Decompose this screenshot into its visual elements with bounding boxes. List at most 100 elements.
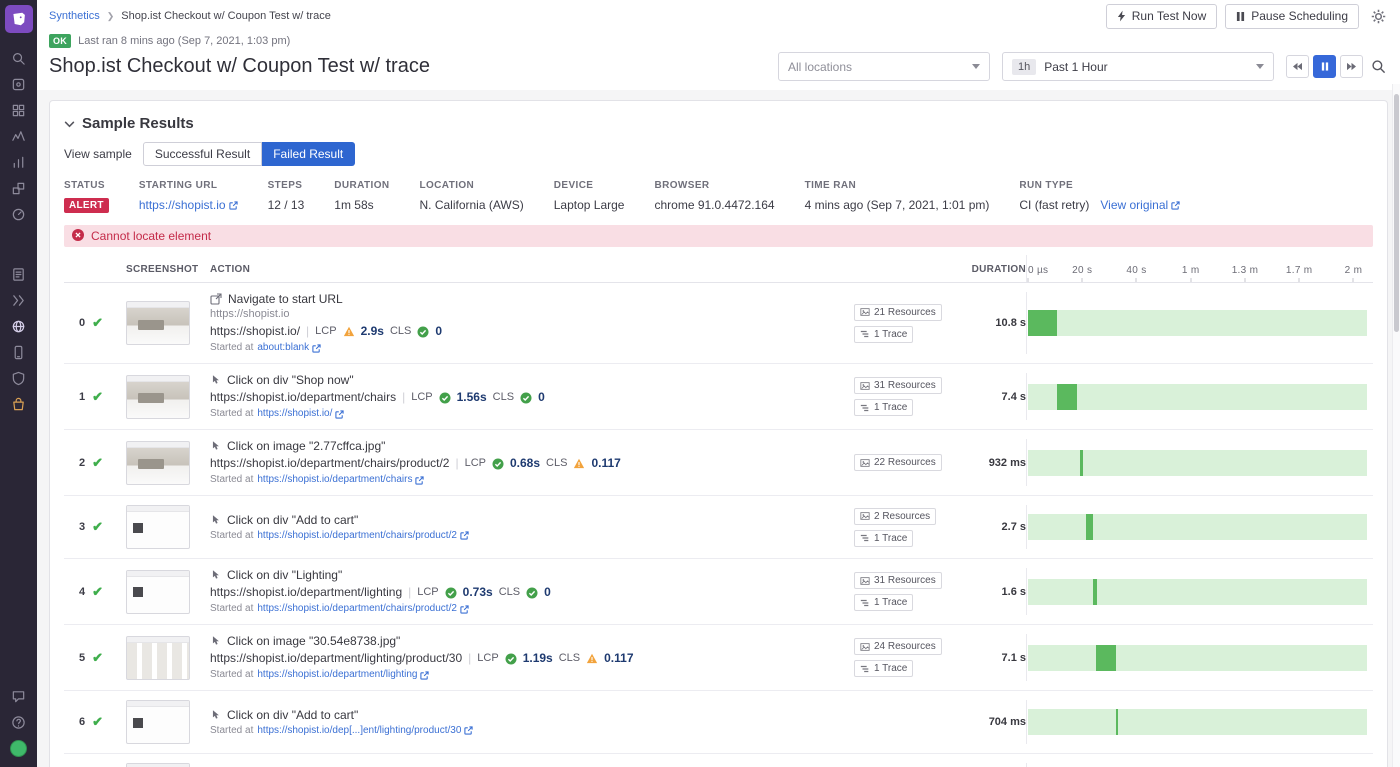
rum-icon[interactable]	[0, 339, 37, 365]
security-icon[interactable]	[0, 365, 37, 391]
waterfall-track	[1028, 709, 1367, 735]
resources-badge[interactable]: 22 Resources	[854, 454, 942, 471]
trace-badge[interactable]: 1 Trace	[854, 399, 913, 416]
started-at-link[interactable]: about:blank	[257, 342, 321, 354]
step-vitals: https://shopist.io/department/lighting/p…	[210, 651, 846, 666]
lcp-value: 0.68s	[510, 456, 540, 471]
waterfall-bar[interactable]	[1057, 384, 1077, 410]
waterfall-bar[interactable]	[1096, 645, 1115, 671]
topbar: Synthetics ❯ Shop.ist Checkout w/ Coupon…	[37, 0, 1400, 32]
started-at-link[interactable]: https://shopist.io/department/chairs/pro…	[257, 530, 469, 542]
step-duration: 7.4 s	[950, 391, 1026, 403]
trace-badge[interactable]: 1 Trace	[854, 530, 913, 547]
step-row[interactable]: 1 ✔ Click on div "Shop now" https://shop…	[64, 364, 1373, 430]
meta-steps: STEPS12 / 13	[268, 180, 305, 213]
step-screenshot[interactable]	[126, 570, 190, 614]
search-icon[interactable]	[0, 45, 37, 71]
apm-icon[interactable]	[0, 201, 37, 227]
step-row[interactable]: 7 ✔ Click on div "Cart (2)"	[64, 754, 1373, 767]
search-zoom-icon[interactable]	[1371, 59, 1386, 74]
help-icon[interactable]	[0, 709, 37, 735]
step-screenshot[interactable]	[126, 301, 190, 345]
external-link-icon	[415, 476, 424, 485]
waterfall-bar[interactable]	[1080, 450, 1083, 476]
marketplace-icon[interactable]	[0, 391, 37, 417]
step-duration: 10.8 s	[950, 317, 1026, 329]
timeline-tick: 0 µs	[1028, 265, 1048, 276]
waterfall-bar[interactable]	[1086, 514, 1093, 540]
step-row[interactable]: 4 ✔ Click on div "Lighting" https://shop…	[64, 559, 1373, 625]
meta-status: STATUSALERT	[64, 180, 109, 213]
step-row[interactable]: 0 ✔ Navigate to start URL https://shopis…	[64, 283, 1373, 364]
locations-dropdown[interactable]: All locations	[778, 52, 990, 81]
pause-playback-button[interactable]	[1313, 55, 1336, 78]
waterfall-bar[interactable]	[1116, 709, 1118, 735]
view-original-link[interactable]: View original	[1100, 198, 1180, 212]
topbar-actions: Run Test Now Pause Scheduling	[1106, 4, 1386, 29]
run-test-now-button[interactable]: Run Test Now	[1106, 4, 1217, 29]
datadog-logo[interactable]	[5, 5, 33, 33]
waterfall-bar[interactable]	[1093, 579, 1097, 605]
timeframe-dropdown[interactable]: 1h Past 1 Hour	[1002, 52, 1274, 81]
steps-body: 0 ✔ Navigate to start URL https://shopis…	[64, 283, 1373, 767]
resources-badge[interactable]: 2 Resources	[854, 508, 936, 525]
monitors-icon[interactable]	[0, 123, 37, 149]
started-at-link[interactable]: https://shopist.io/	[257, 408, 344, 420]
click-icon	[210, 569, 221, 581]
trace-badge[interactable]: 1 Trace	[854, 594, 913, 611]
settings-gear-icon[interactable]	[1371, 9, 1386, 24]
step-duration: 704 ms	[950, 716, 1026, 728]
external-link-icon	[460, 605, 469, 614]
step-screenshot[interactable]	[126, 636, 190, 680]
step-screenshot[interactable]	[126, 700, 190, 744]
step-screenshot[interactable]	[126, 441, 190, 485]
logs-icon[interactable]	[0, 261, 37, 287]
lcp-value: 2.9s	[361, 324, 384, 339]
cls-status-icon	[526, 587, 538, 599]
step-row[interactable]: 5 ✔ Click on image "30.54e8738.jpg" http…	[64, 625, 1373, 691]
click-icon	[210, 440, 221, 452]
lcp-status-icon	[343, 326, 355, 337]
resources-badge[interactable]: 21 Resources	[854, 304, 942, 321]
navigate-icon	[210, 293, 222, 305]
step-row[interactable]: 3 ✔ Click on div "Add to cart" Started a…	[64, 496, 1373, 559]
resources-badge[interactable]: 31 Resources	[854, 572, 942, 589]
resources-badge[interactable]: 24 Resources	[854, 638, 942, 655]
waterfall-bar[interactable]	[1028, 310, 1057, 336]
started-at-link[interactable]: https://shopist.io/department/chairs/pro…	[257, 603, 469, 615]
cls-value: 0	[544, 585, 551, 600]
playback-controls	[1286, 55, 1363, 78]
chat-icon[interactable]	[0, 683, 37, 709]
started-at-link[interactable]: https://shopist.io/department/chairs	[257, 474, 424, 486]
fast-forward-button[interactable]	[1340, 55, 1363, 78]
rewind-button[interactable]	[1286, 55, 1309, 78]
pause-scheduling-button[interactable]: Pause Scheduling	[1225, 4, 1359, 29]
step-row[interactable]: 6 ✔ Click on div "Add to cart" Started a…	[64, 691, 1373, 754]
lcp-status-icon	[505, 653, 517, 665]
step-screenshot[interactable]	[126, 505, 190, 549]
metrics-icon[interactable]	[0, 149, 37, 175]
dashboards-icon[interactable]	[0, 97, 37, 123]
started-at-link[interactable]: https://shopist.io/dep[...]ent/lighting/…	[257, 725, 473, 737]
steps-table-header: SCREENSHOT ACTION DURATION 0 µs20 s40 s1…	[64, 255, 1373, 283]
step-row[interactable]: 2 ✔ Click on image "2.77cffca.jpg" https…	[64, 430, 1373, 496]
user-avatar[interactable]	[0, 735, 37, 761]
sample-results-header[interactable]: Sample Results	[64, 115, 1373, 132]
step-passed-icon: ✔	[92, 389, 103, 405]
starting-url-link[interactable]: https://shopist.io	[139, 198, 238, 212]
resources-badge[interactable]: 31 Resources	[854, 377, 942, 394]
tab-successful-result[interactable]: Successful Result	[143, 142, 262, 166]
trace-badge[interactable]: 1 Trace	[854, 326, 913, 343]
tab-failed-result[interactable]: Failed Result	[262, 142, 355, 166]
step-screenshot[interactable]	[126, 375, 190, 419]
started-at-link[interactable]: https://shopist.io/department/lighting	[257, 669, 429, 681]
cls-status-icon	[573, 458, 585, 469]
trace-badge[interactable]: 1 Trace	[854, 660, 913, 677]
integrations-icon[interactable]	[0, 175, 37, 201]
infrastructure-icon[interactable]	[0, 71, 37, 97]
scrollbar-thumb[interactable]	[1394, 94, 1399, 332]
synthetics-icon[interactable]	[0, 313, 37, 339]
step-screenshot[interactable]	[126, 763, 190, 767]
breadcrumb-synthetics-link[interactable]: Synthetics	[49, 10, 100, 22]
ci-pipelines-icon[interactable]	[0, 287, 37, 313]
